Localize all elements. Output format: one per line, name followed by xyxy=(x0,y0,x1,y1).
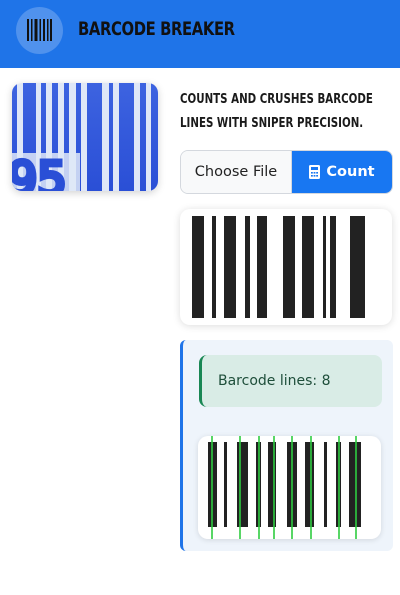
barcode-icon xyxy=(27,19,52,41)
count-button[interactable]: Count xyxy=(292,151,392,193)
thumbnail-digits: 95 xyxy=(12,152,67,191)
detected-lines-image xyxy=(198,436,381,539)
result-panel: Barcode lines: 8 xyxy=(180,340,393,551)
uploaded-image-thumbnail: 95 xyxy=(12,83,158,191)
count-button-label: Count xyxy=(326,164,375,180)
processed-barcode-image xyxy=(192,216,365,318)
choose-file-button[interactable]: Choose File xyxy=(181,151,292,193)
app-title: BARCODE BREAKER xyxy=(78,18,235,40)
tagline: Counts and crushes barcode lines with sn… xyxy=(180,91,373,131)
calculator-icon xyxy=(309,165,321,179)
file-upload-group: Choose File Count xyxy=(180,150,393,194)
line-count-alert: Barcode lines: 8 xyxy=(199,355,382,407)
logo xyxy=(16,7,63,54)
processed-barcode-card xyxy=(180,209,392,325)
app-header: BARCODE BREAKER xyxy=(0,0,400,68)
